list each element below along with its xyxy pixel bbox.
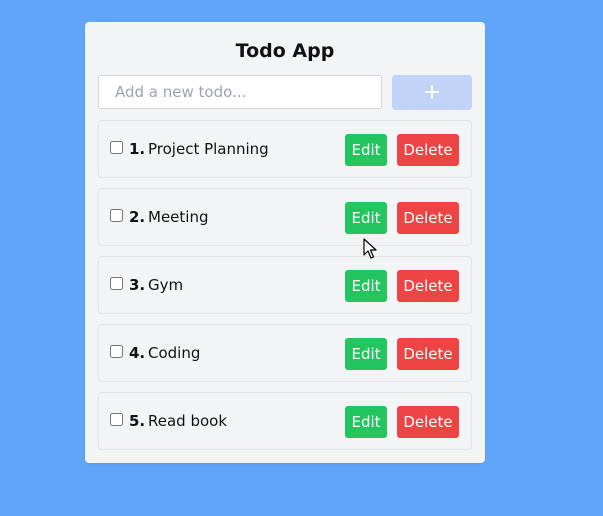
edit-button[interactable]: Edit: [345, 406, 387, 438]
new-todo-input[interactable]: [98, 75, 382, 109]
todo-number: 1.: [129, 140, 146, 158]
todo-text: Gym: [148, 276, 184, 294]
todo-list: 1. Project Planning Edit Delete 2. Meeti…: [98, 120, 472, 460]
todo-checkbox[interactable]: [110, 277, 123, 290]
add-todo-button[interactable]: +: [392, 75, 472, 110]
delete-button[interactable]: Delete: [397, 338, 459, 370]
todo-text: Coding: [148, 344, 201, 362]
todo-text: Meeting: [148, 208, 209, 226]
todo-item: 3. Gym Edit Delete: [98, 256, 472, 314]
todo-item: 1. Project Planning Edit Delete: [98, 120, 472, 178]
todo-item: 5. Read book Edit Delete: [98, 392, 472, 450]
page-title: Todo App: [235, 40, 335, 62]
todo-item: 2. Meeting Edit Delete: [98, 188, 472, 246]
todo-checkbox[interactable]: [110, 345, 123, 358]
edit-button[interactable]: Edit: [345, 202, 387, 234]
delete-button[interactable]: Delete: [397, 406, 459, 438]
todo-checkbox[interactable]: [110, 141, 123, 154]
todo-number: 2.: [129, 208, 146, 226]
todo-text: Read book: [148, 412, 228, 430]
todo-checkbox[interactable]: [110, 413, 123, 426]
edit-button[interactable]: Edit: [345, 338, 387, 370]
todo-number: 5.: [129, 412, 146, 430]
edit-button[interactable]: Edit: [345, 134, 387, 166]
delete-button[interactable]: Delete: [397, 202, 459, 234]
todo-text: Project Planning: [148, 140, 269, 158]
todo-number: 4.: [129, 344, 146, 362]
delete-button[interactable]: Delete: [397, 134, 459, 166]
todo-checkbox[interactable]: [110, 209, 123, 222]
todo-item: 4. Coding Edit Delete: [98, 324, 472, 382]
delete-button[interactable]: Delete: [397, 270, 459, 302]
todo-number: 3.: [129, 276, 146, 294]
mouse-pointer-icon: [363, 238, 377, 259]
edit-button[interactable]: Edit: [345, 270, 387, 302]
todo-card: Todo App + 1. Project Planning Edit Dele…: [85, 22, 485, 463]
